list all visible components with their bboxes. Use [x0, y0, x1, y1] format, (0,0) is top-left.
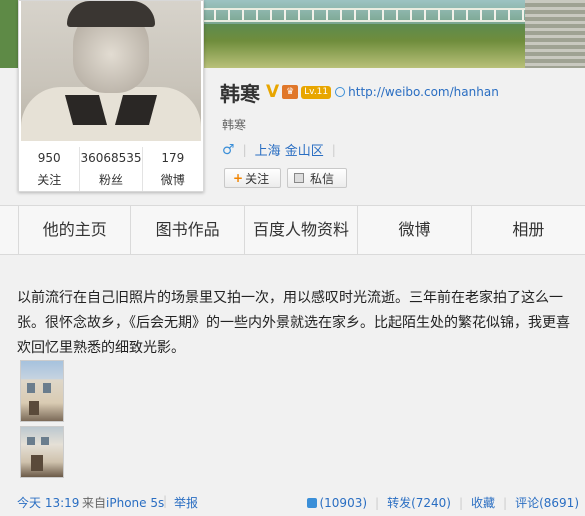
- profile-website-link[interactable]: http://weibo.com/hanhan: [348, 85, 499, 99]
- like-count[interactable]: (10903): [319, 496, 367, 510]
- post-text: 以前流行在自己旧照片的场景里又拍一次，用以感叹时光流逝。三年前在老家拍了这么一张…: [17, 290, 570, 356]
- thumb-window: [43, 383, 51, 393]
- verified-icon[interactable]: V: [266, 82, 279, 102]
- profile-card: 950 关注 36068535 粉丝 179 微博: [18, 0, 204, 192]
- divider: |: [503, 495, 508, 510]
- tab-weibo[interactable]: 微博: [358, 206, 472, 254]
- comment-link[interactable]: 评论(8691): [515, 494, 579, 511]
- location-link[interactable]: 上海 金山区: [255, 140, 324, 159]
- stat-followers[interactable]: 36068535 粉丝: [80, 147, 143, 191]
- tab-baidu-profile[interactable]: 百度人物资料: [245, 206, 359, 254]
- post-footer: 今天 13:19 来自iPhone 5s | 举报 (10903) | 转发(7…: [17, 494, 585, 512]
- profile-stats: 950 关注 36068535 粉丝 179 微博: [19, 147, 203, 191]
- stat-following-count: 950: [37, 151, 61, 165]
- post-time[interactable]: 今天 13:19: [17, 494, 79, 511]
- vip-crown-icon[interactable]: ♛: [282, 85, 299, 99]
- profile-nickname: 韩寒: [222, 118, 247, 132]
- divider: |: [331, 142, 336, 157]
- divider: |: [458, 495, 464, 510]
- stat-posts-count: 179: [161, 151, 185, 165]
- follow-button-label: 关注: [245, 171, 270, 186]
- message-icon: [294, 173, 304, 183]
- divider: |: [242, 142, 247, 157]
- thumb-window: [41, 437, 49, 445]
- stat-followers-label: 粉丝: [99, 173, 124, 187]
- report-link[interactable]: 举报: [174, 494, 198, 511]
- message-button[interactable]: 私信: [287, 168, 347, 188]
- avatar-coat: [21, 87, 201, 141]
- post-actions: (10903) | 转发(7240) | 收藏 | 评论(8691): [307, 494, 579, 511]
- repost-link[interactable]: 转发(7240): [387, 494, 451, 511]
- plus-icon: +: [233, 171, 244, 185]
- post-image-thumbnail[interactable]: [20, 426, 64, 478]
- banner-edge: [0, 0, 20, 68]
- globe-icon: [335, 87, 346, 97]
- avatar-hat: [67, 1, 155, 27]
- post-source-prefix: 来自: [82, 496, 107, 510]
- thumb-window: [27, 383, 35, 393]
- divider: |: [375, 495, 380, 510]
- like-icon[interactable]: [307, 497, 318, 508]
- male-icon: ♂: [222, 141, 235, 158]
- post-image-thumbnail[interactable]: [20, 360, 64, 422]
- stat-followers-count: 36068535: [80, 151, 142, 165]
- divider: |: [163, 494, 168, 508]
- thumb-door: [31, 455, 43, 471]
- avatar[interactable]: [21, 1, 201, 141]
- stat-following[interactable]: 950 关注: [19, 147, 81, 191]
- follow-button[interactable]: + 关注: [224, 168, 281, 188]
- profile-name: 韩寒: [220, 81, 260, 106]
- thumb-window: [27, 437, 35, 445]
- profile-name-row: 韩寒 V ♛ Lv.11 http://weibo.com/hanhan: [220, 80, 499, 106]
- level-badge[interactable]: Lv.11: [301, 85, 332, 99]
- profile-tabs: 他的主页 图书作品 百度人物资料 微博 相册: [0, 205, 585, 255]
- post-source: 来自iPhone 5s: [82, 494, 164, 511]
- stat-posts-label: 微博: [160, 173, 185, 187]
- profile-location-row: ♂ | 上海 金山区 |: [222, 140, 344, 160]
- stat-posts[interactable]: 179 微博: [143, 147, 203, 191]
- thumb-door: [29, 401, 39, 415]
- tab-books[interactable]: 图书作品: [131, 206, 245, 254]
- tab-album[interactable]: 相册: [472, 206, 585, 254]
- favorite-link[interactable]: 收藏: [471, 494, 495, 511]
- post-source-device[interactable]: iPhone 5s: [106, 496, 164, 510]
- banner-stairs: [525, 0, 585, 68]
- message-button-label: 私信: [310, 171, 335, 186]
- tab-homepage[interactable]: 他的主页: [18, 206, 132, 254]
- stat-following-label: 关注: [37, 173, 62, 187]
